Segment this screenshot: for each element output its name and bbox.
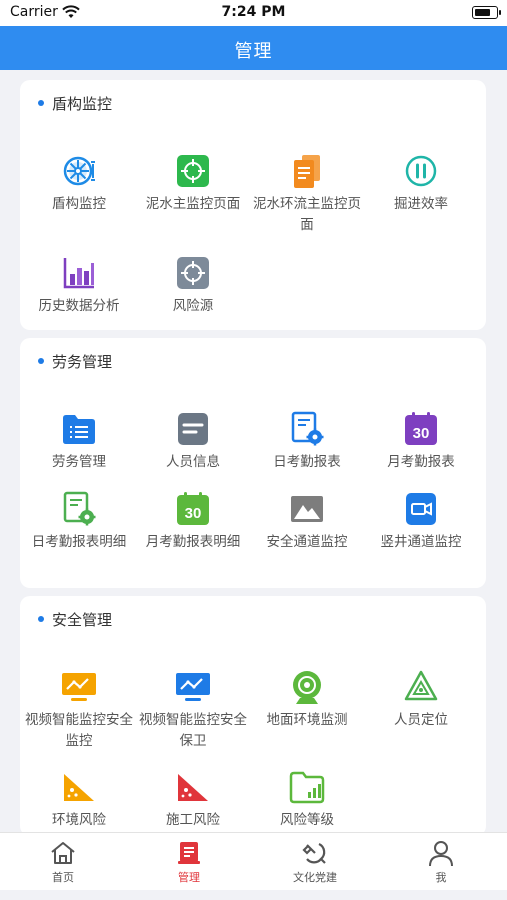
section-card-shield-monitoring: 盾构监控 盾构监控 泥水主监控页面 泥水环流主监控页面 掘进效率 历史数据分析 … [20,80,486,330]
monitor-chart-icon [62,673,96,701]
menu-item-ground-environment-monitor[interactable]: 地面环境监测 [249,668,365,731]
menu-item-label: 历史数据分析 [38,298,120,314]
bar-chart-icon [63,258,94,289]
environment-sensor-icon [293,671,321,704]
section-title: 劳务管理 [52,353,113,371]
menu-item-tunneling-efficiency[interactable]: 掘进效率 [363,152,479,215]
menu-item-label: 环境风险 [52,812,106,828]
menu-item-label: 劳务管理 [52,454,106,470]
tab-manage[interactable]: 管理 [126,833,252,891]
crosshair-icon [177,257,209,289]
menu-item-label: 掘进效率 [394,196,448,212]
calendar-badge: 30 [413,425,430,442]
menu-item-monthly-attendance-detail[interactable]: 30 月考勤报表明细 [135,490,251,553]
menu-item-label: 风险源 [172,298,214,314]
menu-item-monthly-attendance[interactable]: 30 月考勤报表 [363,410,479,473]
user-icon [429,841,453,867]
info-card-icon [178,413,208,445]
attendance-gear-icon [291,411,324,446]
home-icon [51,842,75,864]
menu-item-label: 竖井通道监控 [380,534,462,550]
tab-label: 管理 [178,871,200,884]
tab-culture-party[interactable]: 文化党建 [252,833,378,891]
menu-item-label: 日考勤报表明细 [31,534,127,550]
menu-item-video-ai-security-guard[interactable]: 视频智能监控安全保卫 [135,668,251,752]
menu-item-daily-attendance-detail[interactable]: 日考勤报表明细 [21,490,137,553]
status-bar: Carrier 7:24 PM [0,0,507,26]
tab-me[interactable]: 我 [378,833,504,891]
page-title: 管理 [234,41,273,62]
menu-item-label: 视频智能监控安全保卫 [139,712,247,749]
menu-item-safety-passage-monitor[interactable]: 安全通道监控 [249,490,365,553]
manage-icon [178,842,200,864]
calendar-badge: 30 [185,505,202,522]
section-dot [38,616,44,622]
menu-item-construction-risk[interactable]: 施工风险 [135,768,251,831]
menu-item-label: 日考勤报表 [273,454,341,470]
menu-item-label: 人员信息 [166,454,220,470]
menu-item-label: 视频智能监控安全监控 [25,712,133,749]
menu-item-label: 人员定位 [394,712,448,728]
menu-item-shield-monitor[interactable]: 盾构监控 [21,152,137,215]
menu-item-label: 地面环境监测 [266,712,348,728]
pause-circle-icon [405,155,437,187]
calendar-30-icon: 30 [405,412,437,445]
menu-item-shaft-passage-monitor[interactable]: 竖井通道监控 [363,490,479,553]
monitor-chart-icon [176,673,210,701]
clock: 7:24 PM [221,4,286,20]
folder-list-icon [63,415,95,444]
section-dot [38,358,44,364]
home-indicator-area [0,890,507,900]
menu-item-label: 泥水环流主监控页面 [253,196,361,233]
section-card-labor-management: 劳务管理 劳务管理 人员信息 日考勤报表 30 月考勤报表 日考勤报表明细 30… [20,338,486,588]
nav-bar: 管理 [0,26,507,70]
menu-item-label: 施工风险 [166,812,220,828]
menu-item-label: 月考勤报表 [387,454,455,470]
menu-item-personnel-info[interactable]: 人员信息 [135,410,251,473]
tab-home[interactable]: 首页 [0,833,126,891]
menu-item-daily-attendance[interactable]: 日考勤报表 [249,410,365,473]
menu-item-label: 泥水主监控页面 [145,196,241,212]
section-title: 安全管理 [52,611,113,629]
menu-item-labor-management[interactable]: 劳务管理 [21,410,137,473]
mountain-image-icon [291,496,323,522]
party-emblem-icon [302,843,326,864]
menu-item-history-analysis[interactable]: 历史数据分析 [21,254,137,317]
menu-item-slurry-circulation-monitor[interactable]: 泥水环流主监控页面 [249,152,365,236]
menu-item-label: 月考勤报表明细 [145,534,241,550]
battery-icon [472,6,501,19]
section-card-safety-management: 安全管理 视频智能监控安全监控 视频智能监控安全保卫 地面环境监测 人员定位 环… [20,596,486,836]
menu-item-slurry-main-monitor[interactable]: 泥水主监控页面 [135,152,251,215]
menu-item-label: 盾构监控 [52,196,106,212]
menu-item-risk-level[interactable]: 风险等级 [249,768,365,831]
menu-item-environmental-risk[interactable]: 环境风险 [21,768,137,831]
folder-bars-icon [289,771,325,804]
attendance-gear-icon [63,491,96,526]
calendar-30-icon: 30 [177,492,209,525]
slope-icon [64,774,94,801]
menu-item-label: 风险等级 [280,812,334,828]
menu-item-label: 安全通道监控 [266,534,348,550]
report-stack-icon [294,155,320,188]
section-dot [38,100,44,106]
menu-item-risk-source[interactable]: 风险源 [135,254,251,317]
menu-item-personnel-positioning[interactable]: 人员定位 [363,668,479,731]
shield-machine-icon [63,156,95,186]
video-camera-icon [406,493,436,525]
tab-label: 首页 [52,871,74,884]
crosshair-icon [177,155,209,187]
menu-item-video-ai-safety-monitor[interactable]: 视频智能监控安全监控 [21,668,137,752]
tab-bar: 首页 管理 文化党建 我 [0,832,507,890]
recycle-triangle-icon [404,670,438,701]
tab-label: 我 [435,871,447,884]
tab-label: 文化党建 [293,871,337,884]
slope-icon [178,774,208,801]
section-title: 盾构监控 [52,95,113,113]
